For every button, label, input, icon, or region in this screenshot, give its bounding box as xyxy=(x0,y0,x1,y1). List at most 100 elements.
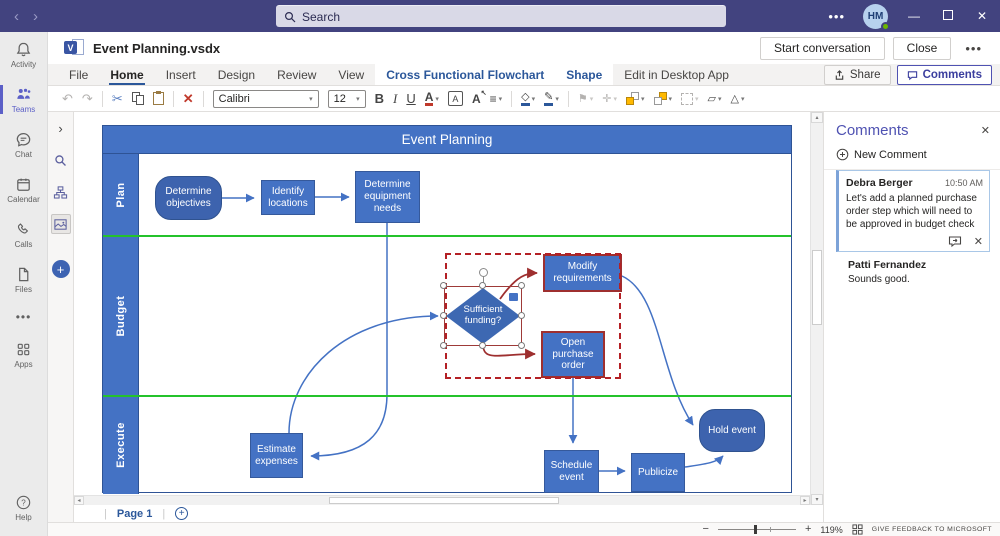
zoom-in-button[interactable]: + xyxy=(805,524,811,535)
zoom-slider-thumb[interactable] xyxy=(754,525,757,534)
zoom-level[interactable]: 119% xyxy=(820,525,842,535)
delete-comment-icon[interactable]: ✕ xyxy=(974,235,983,248)
node-determine-objectives[interactable]: Determine objectives xyxy=(155,176,222,220)
line-color-button[interactable]: ✎▾ xyxy=(544,91,559,106)
expand-panel-icon[interactable]: › xyxy=(51,118,71,138)
selection-handle[interactable] xyxy=(518,342,525,349)
selection-handle[interactable] xyxy=(479,282,486,289)
group-button[interactable]: ▾ xyxy=(681,93,699,105)
font-size-select[interactable]: 12▾ xyxy=(328,90,366,108)
comment-badge-icon[interactable] xyxy=(509,293,518,301)
bold-button[interactable]: B xyxy=(375,91,384,106)
drawing-canvas[interactable]: Event Planning Plan Budget Execute xyxy=(74,112,810,495)
redo-icon[interactable]: ↷ xyxy=(82,91,93,107)
selection-handle[interactable] xyxy=(479,342,486,349)
edit-in-desktop-app-button[interactable]: Edit in Desktop App xyxy=(613,64,740,85)
feedback-link[interactable]: GIVE FEEDBACK TO MICROSOFT xyxy=(872,526,992,533)
shapes-search-icon[interactable] xyxy=(51,150,71,170)
align-shapes-button[interactable]: ⚑▾ xyxy=(578,92,593,105)
comments-toggle-button[interactable]: Comments xyxy=(897,65,992,85)
reply-icon[interactable] xyxy=(948,235,962,248)
zoom-out-button[interactable]: − xyxy=(703,524,709,535)
tab-file[interactable]: File xyxy=(58,64,99,85)
tab-insert[interactable]: Insert xyxy=(155,64,207,85)
connector-button[interactable]: ✛▾ xyxy=(602,92,617,105)
scroll-right-icon[interactable]: ▸ xyxy=(800,496,810,505)
sidebar-item-apps[interactable]: Apps xyxy=(0,332,47,377)
shapes-picture-icon[interactable] xyxy=(51,214,71,234)
underline-button[interactable]: U xyxy=(406,91,415,106)
sidebar-item-calendar[interactable]: Calendar xyxy=(0,167,47,212)
sidebar-item-files[interactable]: Files xyxy=(0,257,47,302)
sidebar-more-icon[interactable]: ••• xyxy=(0,302,47,332)
new-comment-button[interactable]: New Comment xyxy=(836,148,990,161)
paste-icon[interactable] xyxy=(153,92,164,105)
comment-card[interactable]: Debra Berger 10:50 AM Let's add a planne… xyxy=(836,170,990,252)
grow-font-button[interactable]: A↖ xyxy=(472,92,481,106)
align-button[interactable]: ≡▾ xyxy=(490,92,503,106)
close-document-button[interactable]: Close xyxy=(893,37,952,60)
search-input[interactable]: Search xyxy=(276,5,726,27)
font-name-select[interactable]: Calibri▾ xyxy=(213,90,319,108)
delete-icon[interactable]: ✕ xyxy=(183,91,194,107)
tab-shape[interactable]: Shape xyxy=(555,64,613,85)
vertical-scroll-thumb[interactable] xyxy=(812,250,822,325)
tab-view[interactable]: View xyxy=(327,64,375,85)
copy-icon[interactable] xyxy=(132,92,144,105)
forward-icon[interactable]: › xyxy=(33,8,38,25)
sidebar-item-help[interactable]: ? Help xyxy=(0,485,47,530)
sidebar-item-activity[interactable]: Activity xyxy=(0,32,47,77)
font-color-button[interactable]: A▾ xyxy=(425,91,439,106)
selection-handle[interactable] xyxy=(440,282,447,289)
horizontal-scrollbar[interactable]: ◂ ▸ xyxy=(74,495,810,505)
scroll-down-icon[interactable]: ▾ xyxy=(811,494,823,505)
node-estimate-expenses[interactable]: Estimate expenses xyxy=(250,433,303,478)
more-options-icon[interactable]: ••• xyxy=(828,9,845,24)
scroll-left-icon[interactable]: ◂ xyxy=(74,496,84,505)
sidebar-item-teams[interactable]: Teams xyxy=(0,77,47,122)
add-page-button[interactable]: + xyxy=(175,507,188,520)
back-icon[interactable]: ‹ xyxy=(14,8,19,25)
add-shape-button[interactable]: + xyxy=(52,260,70,278)
selection-handle[interactable] xyxy=(518,312,525,319)
maximize-button[interactable] xyxy=(940,9,956,23)
node-hold-event[interactable]: Hold event xyxy=(699,409,765,452)
cut-icon[interactable]: ✂ xyxy=(112,91,123,107)
close-comments-icon[interactable]: ✕ xyxy=(981,124,990,137)
node-publicize[interactable]: Publicize xyxy=(631,453,685,492)
page-tab[interactable]: Page 1 xyxy=(117,508,152,520)
undo-icon[interactable]: ↶ xyxy=(62,91,73,107)
send-backward-button[interactable]: ▾ xyxy=(654,92,673,105)
selection-handle[interactable] xyxy=(440,312,447,319)
node-identify-locations[interactable]: Identify locations xyxy=(261,180,315,215)
close-window-button[interactable]: ✕ xyxy=(974,9,990,23)
fit-to-window-icon[interactable] xyxy=(852,524,863,535)
avatar[interactable]: HM xyxy=(863,4,888,29)
horizontal-scroll-thumb[interactable] xyxy=(329,497,559,504)
selection-handle[interactable] xyxy=(440,342,447,349)
rotation-handle[interactable] xyxy=(479,268,488,277)
sidebar-item-calls[interactable]: Calls xyxy=(0,212,47,257)
text-block-button[interactable]: A xyxy=(448,91,463,106)
tab-design[interactable]: Design xyxy=(207,64,266,85)
sidebar-item-chat[interactable]: Chat xyxy=(0,122,47,167)
tab-home[interactable]: Home xyxy=(99,64,154,85)
document-more-icon[interactable]: ••• xyxy=(959,41,988,56)
diagram-parts-icon[interactable] xyxy=(51,182,71,202)
node-determine-equipment-needs[interactable]: Determine equipment needs xyxy=(355,171,420,223)
change-shape-button[interactable]: ▱▾ xyxy=(708,92,722,105)
bring-forward-button[interactable]: ▾ xyxy=(626,92,645,105)
vertical-scrollbar[interactable]: ▴ ▾ xyxy=(810,112,823,505)
selection-handle[interactable] xyxy=(518,282,525,289)
zoom-slider[interactable] xyxy=(718,525,796,534)
position-button[interactable]: △▾ xyxy=(731,92,745,105)
comment-reply[interactable]: Patti Fernandez Sounds good. xyxy=(836,259,990,286)
italic-button[interactable]: I xyxy=(393,91,397,107)
tab-review[interactable]: Review xyxy=(266,64,327,85)
tab-cross-functional-flowchart[interactable]: Cross Functional Flowchart xyxy=(375,64,555,85)
minimize-button[interactable]: — xyxy=(906,9,922,23)
scroll-up-icon[interactable]: ▴ xyxy=(811,112,823,123)
start-conversation-button[interactable]: Start conversation xyxy=(760,37,885,60)
share-button[interactable]: Share xyxy=(824,65,891,85)
fill-color-button[interactable]: ◇▾ xyxy=(521,91,535,106)
